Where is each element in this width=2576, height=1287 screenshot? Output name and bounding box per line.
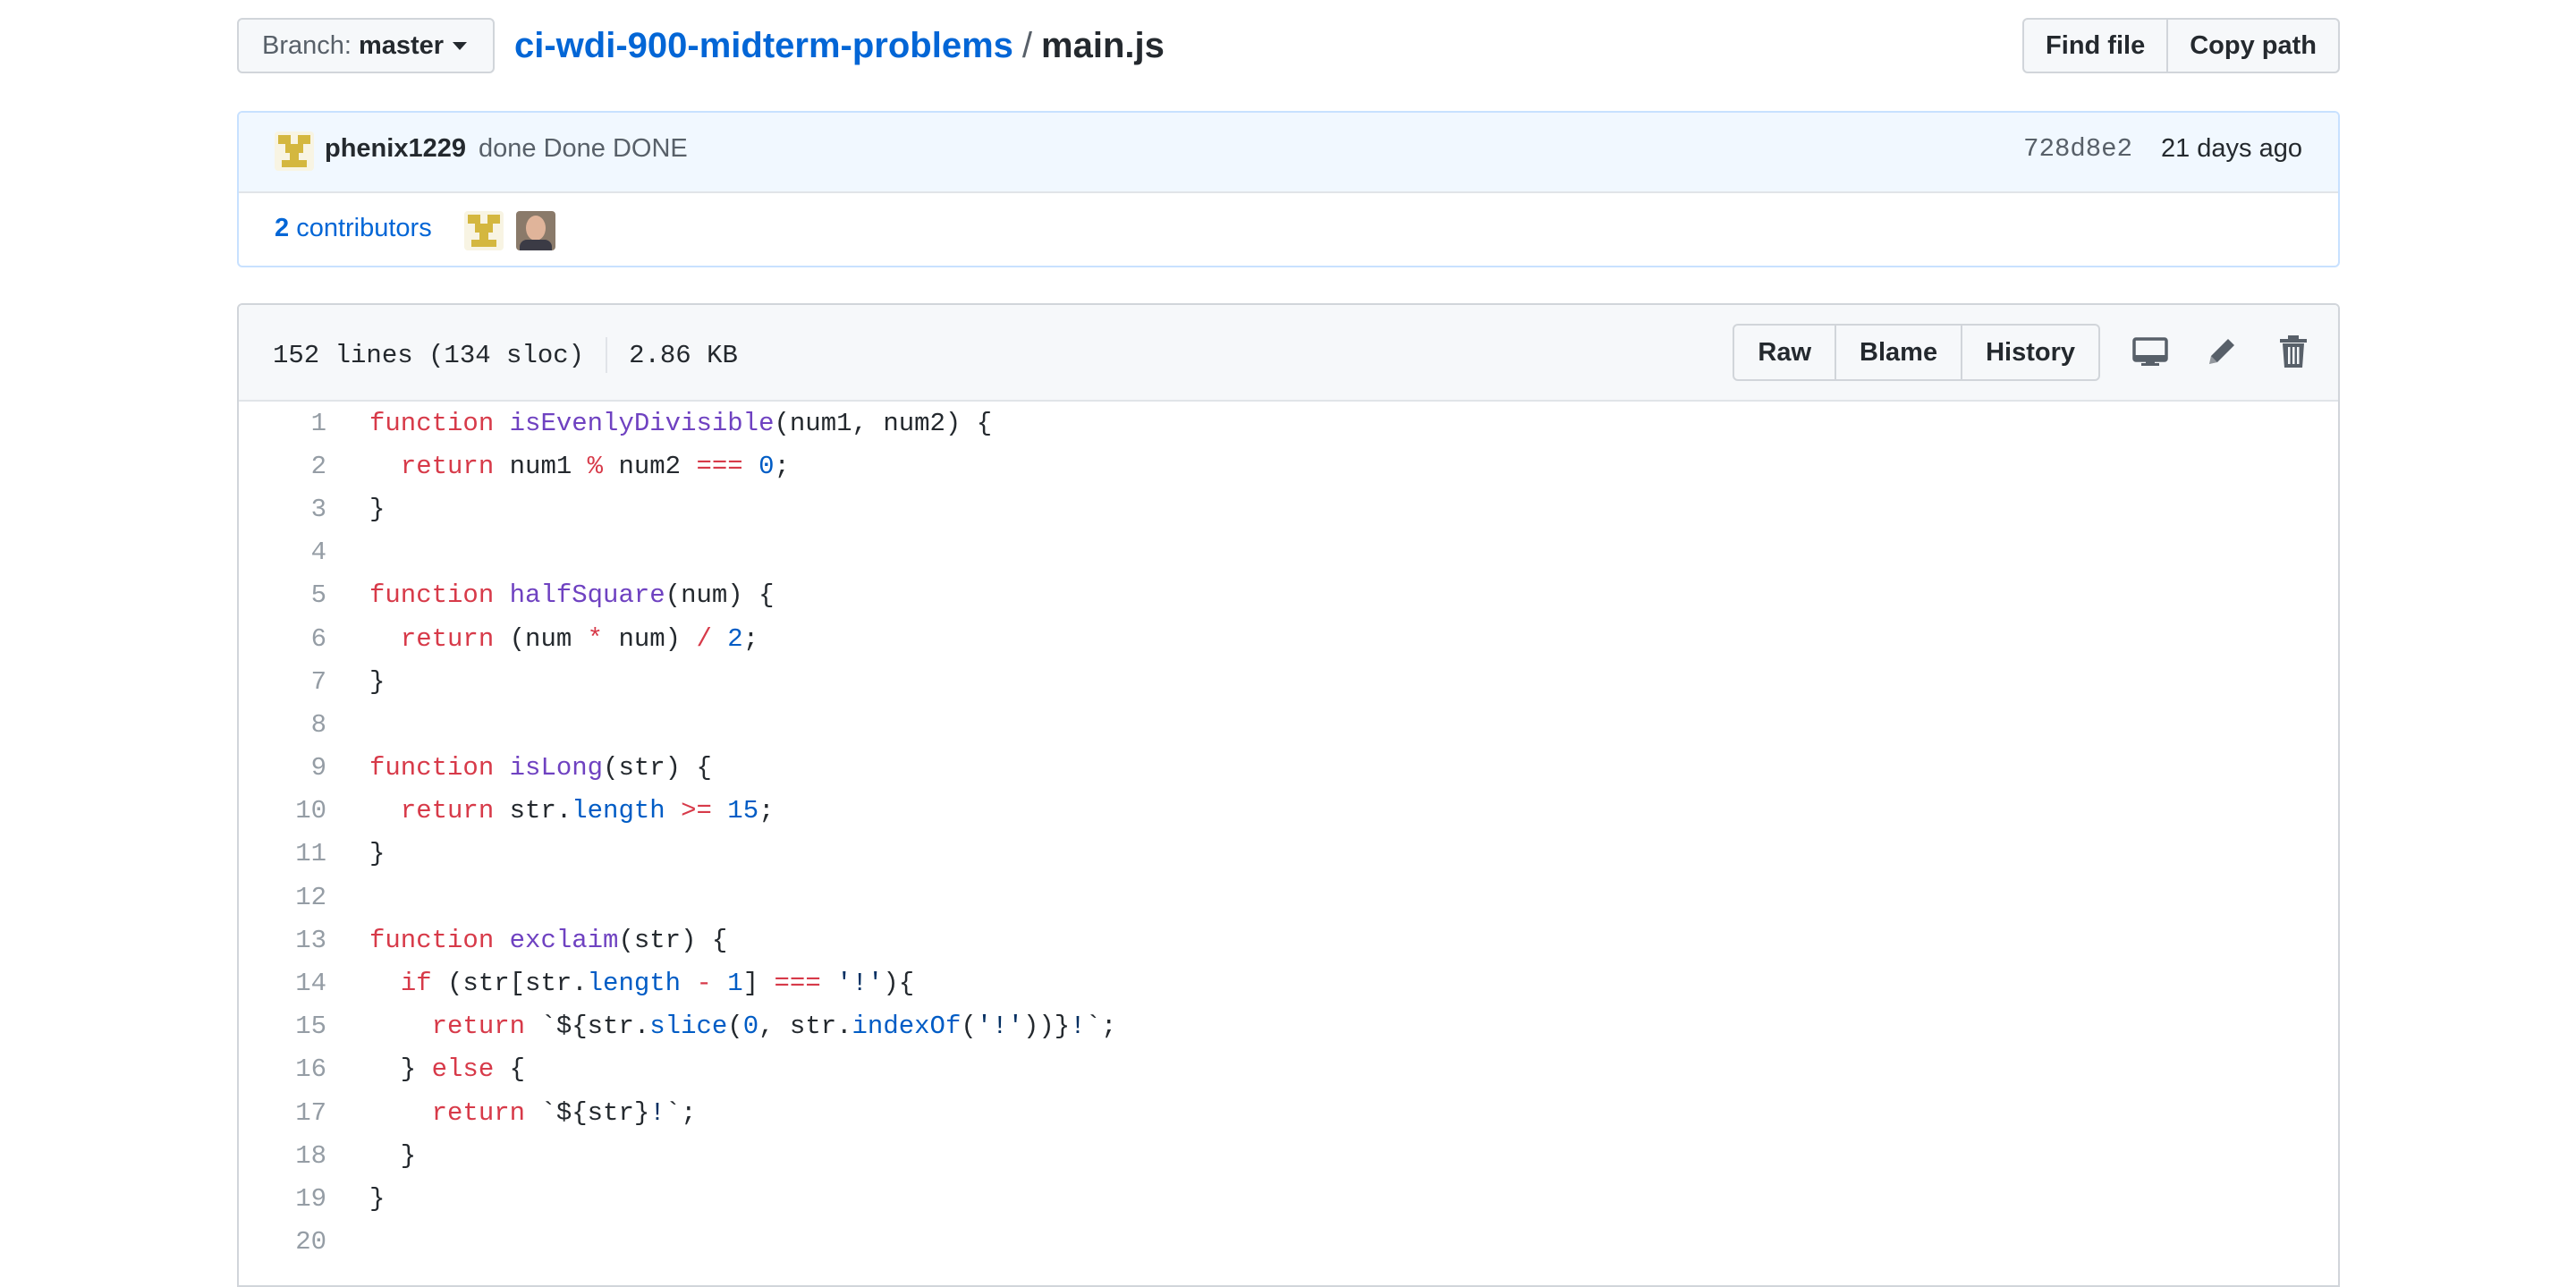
line-number[interactable]: 14 xyxy=(239,969,369,998)
line-code: return `${str}!`; xyxy=(431,1097,697,1128)
contributor-avatar[interactable] xyxy=(464,211,504,250)
branch-value: master xyxy=(358,30,445,60)
branch-label: Branch: xyxy=(262,30,352,60)
code-line: 3} xyxy=(239,487,2338,530)
desktop-icon[interactable] xyxy=(2131,332,2170,371)
line-code: } xyxy=(369,666,386,697)
line-code: } else { xyxy=(369,1054,526,1085)
code-line: 19} xyxy=(239,1177,2338,1220)
history-button[interactable]: History xyxy=(1962,324,2100,381)
file-header: 152 lines (134 sloc) 2.86 KB Raw Blame H… xyxy=(239,305,2338,402)
commit-sha-link[interactable]: 728d8e2 xyxy=(2023,134,2132,164)
code-line: 2 return num1 % num2 === 0; xyxy=(239,445,2338,487)
line-number[interactable]: 9 xyxy=(239,753,369,783)
code-line: 1 function isEvenlyDivisible(num1, num2) … xyxy=(239,402,2338,445)
branch-select-button[interactable]: Branch: master xyxy=(237,18,495,73)
code-line: 4 xyxy=(239,531,2338,574)
line-code: return `${str.slice(0, str.indexOf('!'))… xyxy=(431,1012,1117,1042)
contributors-count: 2 xyxy=(275,214,290,242)
file-nav-buttons: Find file Copy path xyxy=(2022,18,2340,73)
file-actions: Raw Blame History xyxy=(1733,324,2100,381)
line-number[interactable]: 17 xyxy=(239,1098,369,1128)
code-line: 15 return `${str.slice(0, str.indexOf('!… xyxy=(239,1005,2338,1048)
raw-button[interactable]: Raw xyxy=(1733,324,1837,381)
line-number[interactable]: 5 xyxy=(239,580,369,610)
line-number[interactable]: 15 xyxy=(239,1012,369,1041)
breadcrumb-separator: / xyxy=(1021,26,1033,65)
line-number[interactable]: 11 xyxy=(239,839,369,868)
find-file-button[interactable]: Find file xyxy=(2022,18,2169,73)
breadcrumb-file: main.js xyxy=(1041,26,1165,65)
code-blob[interactable]: 1 function isEvenlyDivisible(num1, num2) … xyxy=(239,402,2338,1264)
line-number[interactable]: 7 xyxy=(239,667,369,697)
line-code: function isEvenlyDivisible(num1, num2) { xyxy=(369,408,993,438)
breadcrumb-repo-link[interactable]: ci-wdi-900-midterm-problems xyxy=(514,26,1013,65)
code-line: 16 } else { xyxy=(239,1048,2338,1091)
contributors-label: contributors xyxy=(296,214,432,242)
contributor-avatar[interactable] xyxy=(516,211,555,250)
line-number[interactable]: 4 xyxy=(239,538,369,567)
line-number[interactable]: 1 xyxy=(239,409,369,438)
line-number[interactable]: 18 xyxy=(239,1141,369,1171)
code-line: 12 xyxy=(239,876,2338,919)
file-navigation: Branch: master ci-wdi-900-midterm-proble… xyxy=(237,0,2340,111)
pencil-icon[interactable] xyxy=(2202,332,2241,371)
line-code: function exclaim(str) { xyxy=(369,925,728,955)
code-line: 8 xyxy=(239,703,2338,746)
code-line: 10 return str.length >= 15; xyxy=(239,790,2338,833)
line-number[interactable]: 16 xyxy=(239,1054,369,1084)
latest-commit: phenix1229 done Done DONE 728d8e2 21 day… xyxy=(239,113,2338,193)
copy-path-button[interactable]: Copy path xyxy=(2168,18,2340,73)
line-number[interactable]: 19 xyxy=(239,1184,369,1214)
code-line: 17 return `${str}!`; xyxy=(239,1091,2338,1134)
trash-icon[interactable] xyxy=(2274,332,2313,371)
blame-button[interactable]: Blame xyxy=(1836,324,1963,381)
line-code: return num1 % num2 === 0; xyxy=(400,451,790,481)
author-avatar[interactable] xyxy=(275,131,314,171)
line-number[interactable]: 8 xyxy=(239,710,369,740)
code-line: 20 xyxy=(239,1221,2338,1264)
code-line: 9 function isLong(str) { xyxy=(239,747,2338,790)
line-code: return str.length >= 15; xyxy=(400,796,775,826)
file-size: 2.86 KB xyxy=(629,340,738,370)
file-lines: 152 lines (134 sloc) xyxy=(273,340,585,370)
line-code: } xyxy=(369,1140,417,1171)
code-line: 7} xyxy=(239,660,2338,703)
line-code: } xyxy=(369,494,386,524)
code-line: 5 function halfSquare(num) { xyxy=(239,574,2338,617)
line-code: function halfSquare(num) { xyxy=(369,580,775,611)
breadcrumb: ci-wdi-900-midterm-problems / main.js xyxy=(514,20,1165,72)
code-line: 11} xyxy=(239,833,2338,876)
commit-author-link[interactable]: phenix1229 xyxy=(325,134,466,164)
line-code: } xyxy=(369,839,386,869)
code-line: 13 function exclaim(str) { xyxy=(239,919,2338,961)
code-line: 18 } xyxy=(239,1134,2338,1177)
code-line: 14 if (str[str.length - 1] === '!'){ xyxy=(239,961,2338,1004)
line-number[interactable]: 10 xyxy=(239,796,369,826)
file-page: Branch: master ci-wdi-900-midterm-proble… xyxy=(237,0,2340,1287)
line-code: return (num * num) / 2; xyxy=(400,623,759,654)
line-number[interactable]: 3 xyxy=(239,495,369,524)
commit-message-link[interactable]: done Done DONE xyxy=(479,134,688,164)
line-number[interactable]: 13 xyxy=(239,926,369,955)
file-info-divider xyxy=(606,337,608,373)
line-number[interactable]: 2 xyxy=(239,452,369,481)
line-number[interactable]: 12 xyxy=(239,883,369,912)
file-info: 152 lines (134 sloc) 2.86 KB xyxy=(273,337,738,373)
line-code: } xyxy=(369,1183,386,1214)
contributors-link[interactable]: 2 contributors xyxy=(275,214,432,243)
line-code: if (str[str.length - 1] === '!'){ xyxy=(400,969,915,999)
caret-down-icon xyxy=(453,41,468,50)
contributors-row: 2 contributors xyxy=(239,193,2338,266)
line-number[interactable]: 20 xyxy=(239,1227,369,1257)
commit-time: 21 days ago xyxy=(2160,134,2302,163)
commit-tease: phenix1229 done Done DONE 728d8e2 21 day… xyxy=(237,111,2340,267)
file-viewer: 152 lines (134 sloc) 2.86 KB Raw Blame H… xyxy=(237,303,2340,1287)
line-code: function isLong(str) { xyxy=(369,753,712,783)
code-line: 6 return (num * num) / 2; xyxy=(239,617,2338,660)
line-number[interactable]: 6 xyxy=(239,624,369,654)
